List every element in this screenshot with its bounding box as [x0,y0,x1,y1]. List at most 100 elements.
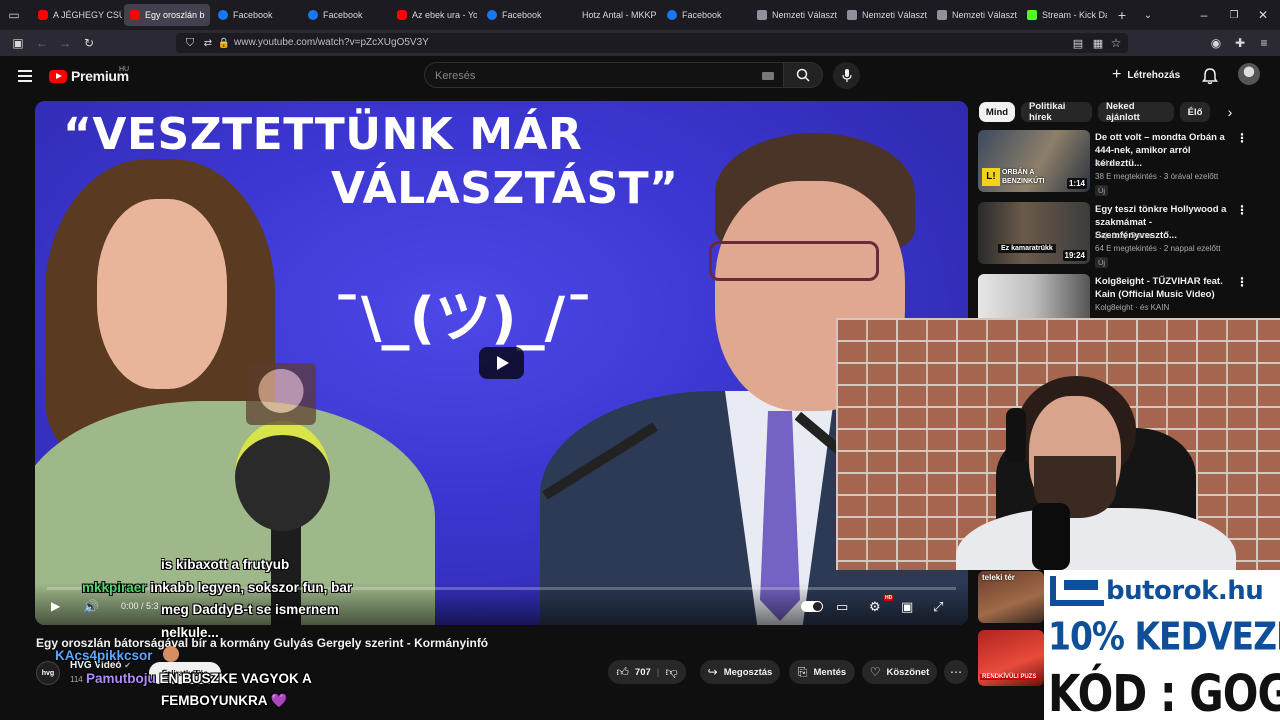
recommendation-thumbnail[interactable]: L! ORBÁN A BENZINKÚTI 1:14 [978,130,1090,192]
tab-0[interactable]: A JÉGHEGY CSÚC [32,4,122,26]
recommendation-thumbnail[interactable]: Ez kamaratrükk 19:24 [978,202,1090,264]
voice-search-button[interactable] [833,62,860,89]
recommendation-title[interactable]: Kolg8eight - TŰZVIHAR feat. Kain (Offici… [1095,275,1235,301]
recommendation-meta: 64 E megtekintés · 2 nappal ezelőtt [1095,244,1221,253]
bookmark-star-icon[interactable]: ☆ [1108,35,1124,51]
center-play-button[interactable] [479,347,524,379]
tab-5[interactable]: Facebook [481,4,567,26]
subtitles-icon[interactable]: ▭ [836,599,848,615]
tab-label: Stream - Kick Da [1042,10,1107,20]
subscriber-count: 114 [70,675,83,684]
chevron-right-icon[interactable]: › [1222,104,1238,120]
extensions-icon[interactable]: ✚ [1232,35,1248,51]
keyboard-icon[interactable] [762,72,774,80]
window-close-icon[interactable]: ✕ [1255,7,1271,23]
youtube-icon [397,10,407,20]
plus-icon: + [1112,66,1122,83]
address-bar[interactable]: ⛉ ⇄ 🔒 www.youtube.com/watch?v=pZcXUgO5V3… [176,33,1128,53]
tab-10[interactable]: Nemzeti Választá [931,4,1017,26]
chat-message: is kibaxott a frutyub [161,557,290,572]
tab-2[interactable]: Facebook [212,4,298,26]
share-label: Megosztás [723,666,773,678]
tab-11[interactable]: Stream - Kick Da [1021,4,1107,26]
search-input[interactable]: Keresés [424,62,784,88]
time-display: 0:00 / 5:3 [121,601,159,611]
tab-1-active[interactable]: Egy oroszlán b ✕ [124,4,210,26]
url-text: www.youtube.com/watch?v=pZcXUgO5V3Y [234,37,429,48]
user-avatar[interactable] [1238,63,1260,85]
settings-gear-icon[interactable]: ⚙ [869,599,881,615]
notifications-bell-icon[interactable] [1200,66,1220,86]
more-vertical-icon[interactable]: ⋮ [1236,275,1248,289]
chip-political-news[interactable]: Politikai hírek [1021,101,1092,123]
tab-8[interactable]: Nemzeti Választá [751,4,837,26]
tab-7[interactable]: Facebook [661,4,747,26]
tab-4[interactable]: Az ebek ura - You [391,4,477,26]
thumbnail-headline-line1: “VESZTETTÜNK MÁR [63,109,583,160]
app-menu-icon[interactable]: ≡ [1256,35,1272,51]
sidebar-toggle-icon[interactable]: ▣ [10,35,26,51]
maximize-icon[interactable]: ❐ [1226,7,1242,23]
chip-live[interactable]: Élő [1180,102,1210,122]
chip-recommended[interactable]: Neked ajánlott [1098,101,1174,123]
tab-9[interactable]: Nemzeti Választá [841,4,927,26]
picture-in-picture-icon[interactable]: ▦ [1090,35,1106,51]
document-icon [757,10,767,20]
save-button[interactable]: ⎘ Mentés [789,660,855,684]
video-player[interactable]: “VESZTETTÜNK MÁR VÁLASZTÁST” ¯\_(ツ)_/¯ ▶… [35,101,968,625]
chat-message: mkkpiraer inkabb legyen, sokszor fun, ba… [82,580,352,595]
channel-avatar[interactable]: hvg [36,661,60,685]
forward-icon[interactable]: → [57,35,73,51]
reader-view-icon[interactable]: ▤ [1070,35,1086,51]
reload-icon[interactable]: ↻ [81,35,97,51]
create-label: Létrehozás [1127,69,1181,81]
minimize-icon[interactable]: – [1196,7,1212,23]
recommendation-thumbnail[interactable]: teleki tér [978,571,1044,623]
miniplayer-icon[interactable]: ▣ [901,599,913,615]
like-count[interactable]: 707 [635,667,651,678]
recommendation-channel[interactable]: Hajnóczy Soma [1095,231,1151,240]
thanks-button[interactable]: ♡ Köszönet [862,660,937,684]
share-button[interactable]: ↪ Megosztás [700,660,780,684]
create-button[interactable]: + Létrehozás [1112,66,1180,84]
fullscreen-icon[interactable]: ⤢ [933,599,943,615]
sponsor-logo: butorok.hu [1050,576,1264,606]
youtube-icon [130,10,140,20]
lock-icon[interactable]: 🔒 [216,35,232,51]
youtube-logo[interactable]: Premium [49,68,129,84]
tab-label: Facebook [233,10,273,20]
like-icon[interactable]: 👍︎ [616,665,629,680]
chat-user-avatar [163,646,179,662]
bookmark-icon: ⎘ [797,664,808,679]
more-vertical-icon[interactable]: ⋮ [1236,131,1248,145]
microphone-icon [841,68,852,82]
recommendation-channel[interactable]: 444.hu [1095,159,1119,168]
account-icon[interactable]: ◉ [1208,35,1224,51]
tab-6[interactable]: Hotz Antal - MKKP [571,4,657,26]
recommendation-thumbnail[interactable] [978,274,1090,318]
new-tab-icon[interactable]: + [1114,7,1130,23]
autoplay-toggle[interactable] [801,601,823,612]
tab-label: Az ebek ura - You [412,10,477,20]
menu-icon[interactable] [18,70,32,82]
permissions-icon[interactable]: ⇄ [200,35,216,51]
search-button[interactable] [783,62,823,88]
facebook-icon [308,10,318,20]
streamer-webcam [836,318,1280,570]
more-actions-button[interactable]: ⋯ [944,660,968,684]
like-dislike-group: 👍︎ 707 | 👎︎ [608,660,686,684]
tab-overview-icon[interactable]: ▭ [6,7,22,23]
chip-all[interactable]: Mind [979,102,1015,122]
more-vertical-icon[interactable]: ⋮ [1236,203,1248,217]
play-icon[interactable]: ▶ [51,599,60,613]
tab-list-chevron-icon[interactable]: ⌄ [1140,7,1156,23]
tab-3[interactable]: Facebook [302,4,388,26]
search-placeholder: Keresés [435,70,476,82]
logo-region-code: HU [119,66,130,73]
volume-icon[interactable]: 🔊 [83,599,99,615]
back-icon[interactable]: ← [34,35,50,51]
recommendation-channel[interactable]: Kolg8eight · és KAIN [1095,303,1169,312]
dislike-icon[interactable]: 👎︎ [665,665,677,680]
shield-icon[interactable]: ⛉ [182,35,198,51]
recommendation-thumbnail[interactable]: RENDKÍVÜLI PUZS [978,630,1044,686]
